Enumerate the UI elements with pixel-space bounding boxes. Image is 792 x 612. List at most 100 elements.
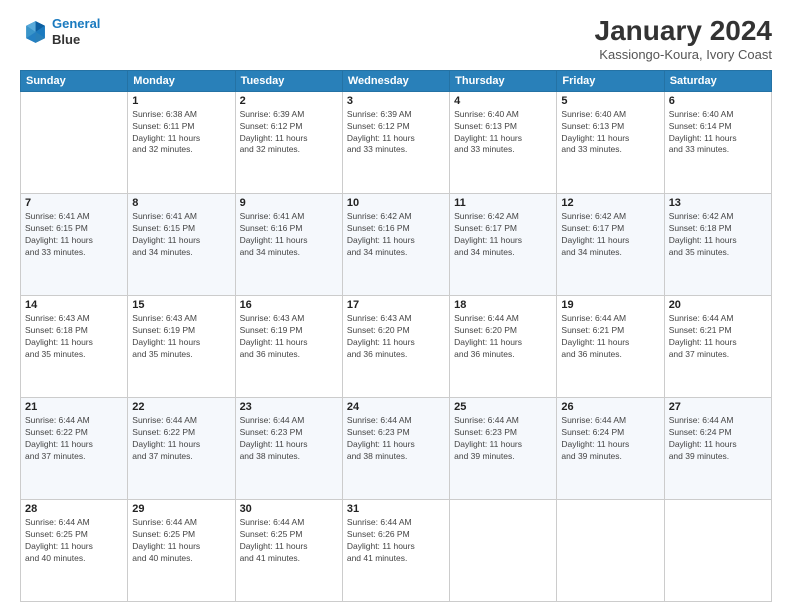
calendar-cell: 7Sunrise: 6:41 AMSunset: 6:15 PMDaylight… bbox=[21, 193, 128, 295]
calendar-cell bbox=[21, 91, 128, 193]
day-number: 9 bbox=[240, 197, 338, 209]
weekday-header-monday: Monday bbox=[128, 70, 235, 91]
page: General Blue January 2024 Kassiongo-Kour… bbox=[0, 0, 792, 612]
weekday-header-row: SundayMondayTuesdayWednesdayThursdayFrid… bbox=[21, 70, 772, 91]
calendar-week-4: 21 Sunrise: 6:44 AMSunset: 6:22 PMDayligh… bbox=[21, 397, 772, 499]
day-info: Sunrise: 6:39 AMSunset: 6:12 PMDaylight:… bbox=[347, 109, 445, 157]
day-info: Sunrise: 6:42 AMSunset: 6:17 PMDaylight:… bbox=[561, 211, 659, 259]
calendar-cell: 31Sunrise: 6:44 AMSunset: 6:26 PMDayligh… bbox=[342, 499, 449, 601]
day-number: 15 bbox=[132, 299, 230, 311]
logo-text: General Blue bbox=[52, 16, 100, 47]
day-info: Sunrise: 6:41 AMSunset: 6:16 PMDaylight:… bbox=[240, 211, 338, 259]
day-info: Sunrise: 6:44 AMSunset: 6:22 PMDaylight:… bbox=[132, 415, 230, 463]
calendar-cell bbox=[664, 499, 771, 601]
calendar-cell: 26 Sunrise: 6:44 AMSunset: 6:24 PMDayligh… bbox=[557, 397, 664, 499]
calendar-cell: 4 Sunrise: 6:40 AMSunset: 6:13 PMDaylight… bbox=[450, 91, 557, 193]
calendar-week-2: 7Sunrise: 6:41 AMSunset: 6:15 PMDaylight… bbox=[21, 193, 772, 295]
day-info: Sunrise: 6:40 AMSunset: 6:13 PMDaylight:… bbox=[561, 109, 659, 157]
logo-line1: General bbox=[52, 16, 100, 31]
day-number: 4 bbox=[454, 95, 552, 107]
weekday-header-sunday: Sunday bbox=[21, 70, 128, 91]
day-info: Sunrise: 6:44 AMSunset: 6:25 PMDaylight:… bbox=[25, 517, 123, 565]
day-info: Sunrise: 6:41 AMSunset: 6:15 PMDaylight:… bbox=[25, 211, 123, 259]
day-number: 22 bbox=[132, 401, 230, 413]
weekday-header-friday: Friday bbox=[557, 70, 664, 91]
day-info: Sunrise: 6:44 AMSunset: 6:24 PMDaylight:… bbox=[561, 415, 659, 463]
day-info: Sunrise: 6:42 AMSunset: 6:17 PMDaylight:… bbox=[454, 211, 552, 259]
day-info: Sunrise: 6:44 AMSunset: 6:23 PMDaylight:… bbox=[347, 415, 445, 463]
day-info: Sunrise: 6:43 AMSunset: 6:19 PMDaylight:… bbox=[240, 313, 338, 361]
day-info: Sunrise: 6:42 AMSunset: 6:16 PMDaylight:… bbox=[347, 211, 445, 259]
day-number: 27 bbox=[669, 401, 767, 413]
calendar-cell: 13Sunrise: 6:42 AMSunset: 6:18 PMDayligh… bbox=[664, 193, 771, 295]
day-info: Sunrise: 6:41 AMSunset: 6:15 PMDaylight:… bbox=[132, 211, 230, 259]
day-number: 25 bbox=[454, 401, 552, 413]
day-number: 20 bbox=[669, 299, 767, 311]
calendar-cell: 24Sunrise: 6:44 AMSunset: 6:23 PMDayligh… bbox=[342, 397, 449, 499]
day-number: 8 bbox=[132, 197, 230, 209]
calendar-cell: 9 Sunrise: 6:41 AMSunset: 6:16 PMDaylight… bbox=[235, 193, 342, 295]
day-number: 13 bbox=[669, 197, 767, 209]
day-number: 6 bbox=[669, 95, 767, 107]
month-title: January 2024 bbox=[595, 16, 772, 47]
logo: General Blue bbox=[20, 16, 100, 47]
calendar-week-3: 14 Sunrise: 6:43 AMSunset: 6:18 PMDayligh… bbox=[21, 295, 772, 397]
calendar-cell: 28Sunrise: 6:44 AMSunset: 6:25 PMDayligh… bbox=[21, 499, 128, 601]
calendar-cell: 20 Sunrise: 6:44 AMSunset: 6:21 PMDayligh… bbox=[664, 295, 771, 397]
day-info: Sunrise: 6:44 AMSunset: 6:23 PMDaylight:… bbox=[240, 415, 338, 463]
weekday-header-wednesday: Wednesday bbox=[342, 70, 449, 91]
calendar-cell: 21 Sunrise: 6:44 AMSunset: 6:22 PMDayligh… bbox=[21, 397, 128, 499]
day-number: 11 bbox=[454, 197, 552, 209]
calendar-cell: 23 Sunrise: 6:44 AMSunset: 6:23 PMDayligh… bbox=[235, 397, 342, 499]
weekday-header-thursday: Thursday bbox=[450, 70, 557, 91]
day-info: Sunrise: 6:40 AMSunset: 6:13 PMDaylight:… bbox=[454, 109, 552, 157]
day-number: 17 bbox=[347, 299, 445, 311]
subtitle: Kassiongo-Koura, Ivory Coast bbox=[595, 47, 772, 62]
calendar-table: SundayMondayTuesdayWednesdayThursdayFrid… bbox=[20, 70, 772, 602]
calendar-week-1: 1Sunrise: 6:38 AMSunset: 6:11 PMDaylight… bbox=[21, 91, 772, 193]
calendar-week-5: 28Sunrise: 6:44 AMSunset: 6:25 PMDayligh… bbox=[21, 499, 772, 601]
calendar-cell: 18 Sunrise: 6:44 AMSunset: 6:20 PMDayligh… bbox=[450, 295, 557, 397]
day-info: Sunrise: 6:43 AMSunset: 6:20 PMDaylight:… bbox=[347, 313, 445, 361]
logo-icon bbox=[20, 18, 48, 46]
day-info: Sunrise: 6:44 AMSunset: 6:21 PMDaylight:… bbox=[561, 313, 659, 361]
calendar-cell: 3Sunrise: 6:39 AMSunset: 6:12 PMDaylight… bbox=[342, 91, 449, 193]
day-info: Sunrise: 6:44 AMSunset: 6:25 PMDaylight:… bbox=[240, 517, 338, 565]
weekday-header-saturday: Saturday bbox=[664, 70, 771, 91]
calendar-cell: 19 Sunrise: 6:44 AMSunset: 6:21 PMDayligh… bbox=[557, 295, 664, 397]
calendar-cell: 11 Sunrise: 6:42 AMSunset: 6:17 PMDayligh… bbox=[450, 193, 557, 295]
day-info: Sunrise: 6:44 AMSunset: 6:23 PMDaylight:… bbox=[454, 415, 552, 463]
day-number: 2 bbox=[240, 95, 338, 107]
day-number: 14 bbox=[25, 299, 123, 311]
calendar-cell: 12Sunrise: 6:42 AMSunset: 6:17 PMDayligh… bbox=[557, 193, 664, 295]
calendar-cell bbox=[557, 499, 664, 601]
day-info: Sunrise: 6:43 AMSunset: 6:18 PMDaylight:… bbox=[25, 313, 123, 361]
calendar-cell: 15Sunrise: 6:43 AMSunset: 6:19 PMDayligh… bbox=[128, 295, 235, 397]
day-info: Sunrise: 6:40 AMSunset: 6:14 PMDaylight:… bbox=[669, 109, 767, 157]
day-number: 26 bbox=[561, 401, 659, 413]
day-info: Sunrise: 6:44 AMSunset: 6:20 PMDaylight:… bbox=[454, 313, 552, 361]
day-info: Sunrise: 6:39 AMSunset: 6:12 PMDaylight:… bbox=[240, 109, 338, 157]
day-number: 5 bbox=[561, 95, 659, 107]
calendar-cell: 14 Sunrise: 6:43 AMSunset: 6:18 PMDayligh… bbox=[21, 295, 128, 397]
calendar-cell: 16 Sunrise: 6:43 AMSunset: 6:19 PMDayligh… bbox=[235, 295, 342, 397]
title-block: January 2024 Kassiongo-Koura, Ivory Coas… bbox=[595, 16, 772, 62]
header: General Blue January 2024 Kassiongo-Kour… bbox=[20, 16, 772, 62]
day-number: 23 bbox=[240, 401, 338, 413]
day-info: Sunrise: 6:44 AMSunset: 6:22 PMDaylight:… bbox=[25, 415, 123, 463]
calendar-cell: 8 Sunrise: 6:41 AMSunset: 6:15 PMDaylight… bbox=[128, 193, 235, 295]
day-number: 18 bbox=[454, 299, 552, 311]
calendar-cell: 1Sunrise: 6:38 AMSunset: 6:11 PMDaylight… bbox=[128, 91, 235, 193]
calendar-cell: 2 Sunrise: 6:39 AMSunset: 6:12 PMDaylight… bbox=[235, 91, 342, 193]
day-number: 21 bbox=[25, 401, 123, 413]
logo-line2: Blue bbox=[52, 32, 100, 48]
calendar-cell: 30Sunrise: 6:44 AMSunset: 6:25 PMDayligh… bbox=[235, 499, 342, 601]
day-number: 19 bbox=[561, 299, 659, 311]
day-info: Sunrise: 6:44 AMSunset: 6:24 PMDaylight:… bbox=[669, 415, 767, 463]
day-info: Sunrise: 6:44 AMSunset: 6:21 PMDaylight:… bbox=[669, 313, 767, 361]
day-number: 16 bbox=[240, 299, 338, 311]
calendar-cell: 22 Sunrise: 6:44 AMSunset: 6:22 PMDayligh… bbox=[128, 397, 235, 499]
day-info: Sunrise: 6:44 AMSunset: 6:25 PMDaylight:… bbox=[132, 517, 230, 565]
day-number: 29 bbox=[132, 503, 230, 515]
calendar-cell: 29 Sunrise: 6:44 AMSunset: 6:25 PMDayligh… bbox=[128, 499, 235, 601]
